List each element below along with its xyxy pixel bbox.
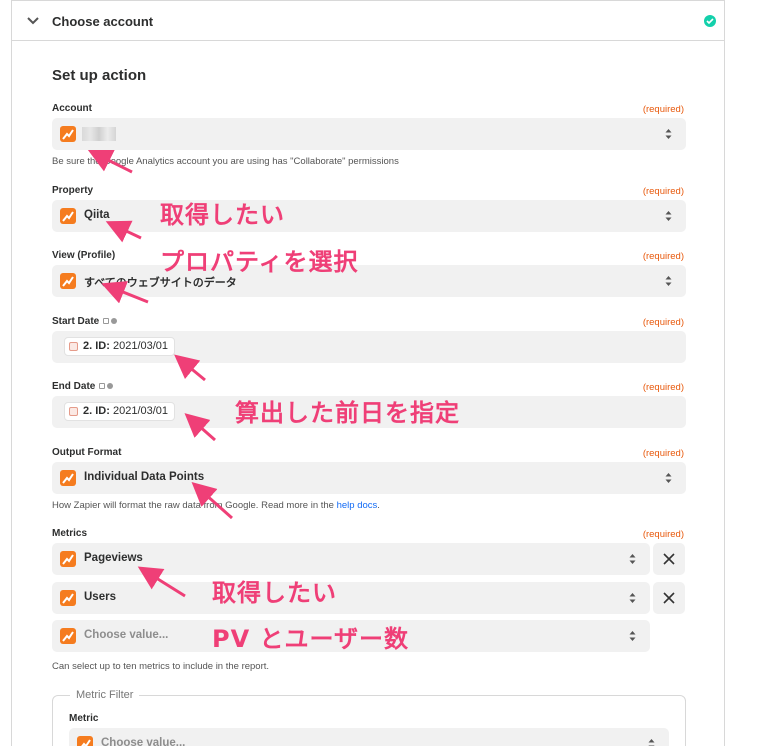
- choose-account-header[interactable]: Choose account: [12, 0, 724, 41]
- start-date-input[interactable]: 2. ID: 2021/03/01: [52, 331, 686, 363]
- metric-filter-placeholder: Choose value...: [101, 737, 186, 746]
- annotation-text: 取得したい: [212, 579, 337, 607]
- select-arrows-icon: [665, 211, 672, 221]
- annotation-text: 取得したい: [160, 201, 285, 229]
- metric-filter-label: Metric: [69, 713, 99, 724]
- annotation-text: 算出した前日を指定: [235, 399, 460, 427]
- start-date-token[interactable]: 2. ID: 2021/03/01: [64, 337, 176, 356]
- google-analytics-icon: [60, 126, 76, 142]
- chevron-down-icon[interactable]: [26, 14, 40, 28]
- google-analytics-icon: [60, 628, 76, 644]
- metric-select-1[interactable]: Pageviews: [52, 543, 650, 575]
- calendar-icon: [99, 383, 106, 390]
- metric-value: Pageviews: [84, 552, 143, 564]
- start-date-label: Start Date: [52, 316, 118, 327]
- section-title: Set up action: [52, 67, 147, 84]
- info-icon[interactable]: [111, 318, 118, 325]
- redacted-account-name: [82, 127, 116, 141]
- metric-value: Users: [84, 591, 116, 603]
- select-arrows-icon: [629, 554, 636, 564]
- close-icon: [663, 592, 675, 604]
- required-indicator: (required): [642, 448, 684, 459]
- view-select[interactable]: すべてのウェブサイトのデータ: [52, 265, 686, 297]
- metric-select-2[interactable]: Users: [52, 582, 650, 614]
- info-icon[interactable]: [107, 383, 114, 390]
- required-indicator: (required): [642, 186, 684, 197]
- output-format-value: Individual Data Points: [84, 471, 205, 483]
- select-arrows-icon: [665, 129, 672, 139]
- google-analytics-icon: [60, 590, 76, 606]
- select-arrows-icon: [648, 739, 655, 746]
- output-format-label: Output Format: [52, 447, 122, 458]
- property-select[interactable]: Qiita: [52, 200, 686, 232]
- view-label: View (Profile): [52, 250, 116, 261]
- sheet-icon: [69, 407, 78, 416]
- metrics-label: Metrics: [52, 528, 88, 539]
- metric-placeholder: Choose value...: [84, 629, 169, 641]
- select-arrows-icon: [665, 473, 672, 483]
- output-format-select[interactable]: Individual Data Points: [52, 462, 686, 494]
- account-help: Be sure the Google Analytics account you…: [52, 156, 399, 167]
- metric-filter-select[interactable]: Choose value...: [69, 728, 669, 746]
- account-select[interactable]: [52, 118, 686, 150]
- output-format-help: How Zapier will format the raw data from…: [52, 500, 380, 511]
- google-analytics-icon: [77, 736, 93, 746]
- required-indicator: (required): [642, 382, 684, 393]
- close-icon: [663, 553, 675, 565]
- google-analytics-icon: [60, 273, 76, 289]
- remove-metric-button[interactable]: [653, 582, 685, 614]
- select-arrows-icon: [665, 276, 672, 286]
- account-label: Account: [52, 103, 92, 114]
- header-title: Choose account: [52, 14, 154, 29]
- required-indicator: (required): [642, 317, 684, 328]
- metrics-help: Can select up to ten metrics to include …: [52, 661, 270, 672]
- required-indicator: (required): [642, 251, 684, 262]
- google-analytics-icon: [60, 208, 76, 224]
- check-icon: [704, 15, 716, 27]
- required-indicator: (required): [642, 104, 684, 115]
- select-arrows-icon: [629, 631, 636, 641]
- select-arrows-icon: [629, 593, 636, 603]
- sheet-icon: [69, 342, 78, 351]
- property-label: Property: [52, 185, 94, 196]
- google-analytics-icon: [60, 551, 76, 567]
- required-indicator: (required): [642, 529, 684, 540]
- end-date-label: End Date: [52, 381, 114, 392]
- calendar-icon: [103, 318, 110, 325]
- google-analytics-icon: [60, 470, 76, 486]
- annotation-text: プロパティを選択: [160, 248, 359, 276]
- remove-metric-button[interactable]: [653, 543, 685, 575]
- metric-filter-legend: Metric Filter: [70, 689, 140, 701]
- annotation-text: PV とユーザー数: [212, 625, 410, 653]
- help-docs-link[interactable]: help docs: [337, 500, 378, 511]
- end-date-token[interactable]: 2. ID: 2021/03/01: [64, 402, 176, 421]
- property-value: Qiita: [84, 209, 110, 221]
